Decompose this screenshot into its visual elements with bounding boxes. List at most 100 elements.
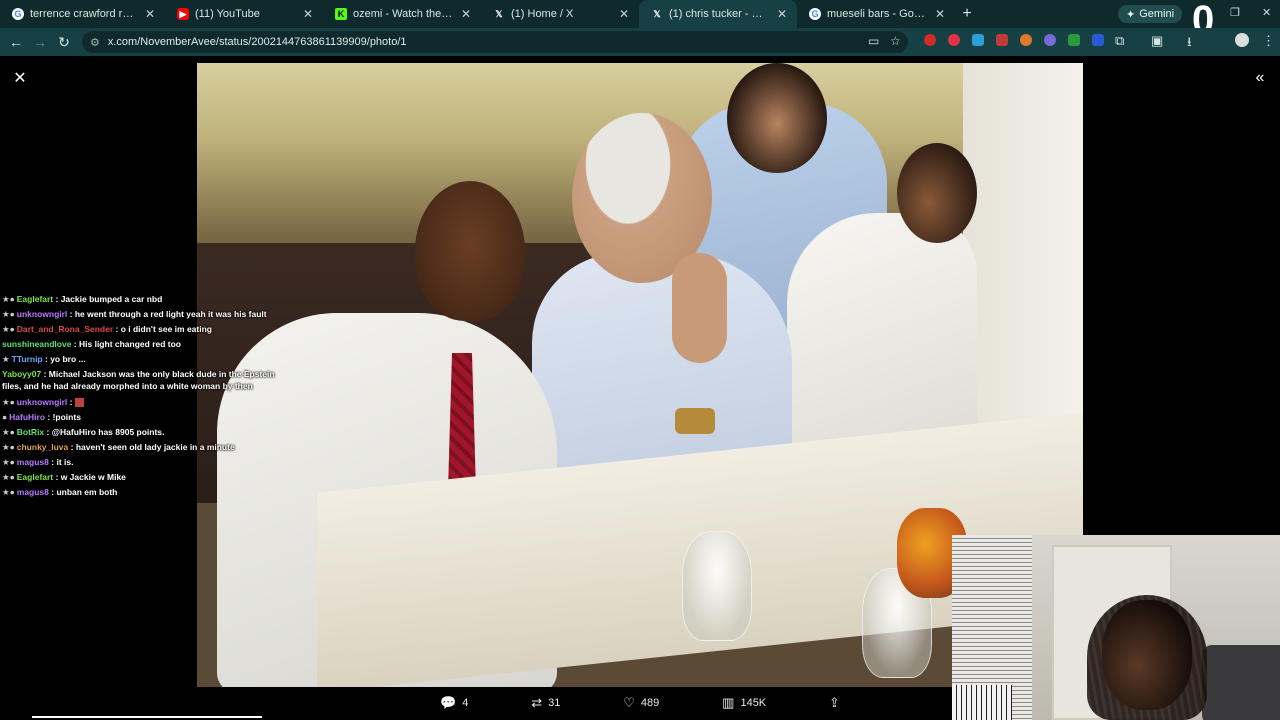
chat-text: His light changed red too	[79, 339, 182, 349]
tab-google-mueseli[interactable]: G mueseli bars - Google Search ✕	[797, 0, 955, 28]
x-logo-icon: 𝕏	[495, 8, 503, 19]
chat-message: ★● Eaglefart : Jackie bumped a car nbd	[2, 294, 163, 304]
chat-message: ★● Eaglefart : w Jackie w Mike	[2, 472, 126, 482]
share-icon: ⇪	[829, 695, 840, 710]
chat-text: w Jackie w Mike	[60, 472, 126, 482]
download-icon[interactable]: ⭳	[1187, 33, 1192, 55]
chat-username: Yaboyy07	[2, 369, 42, 379]
chat-username: magus8	[16, 487, 49, 497]
chat-text: !points	[52, 412, 81, 422]
tab-google-crawford[interactable]: G terrence crawford recordxc - G ✕	[0, 0, 165, 28]
close-icon[interactable]: ✕	[775, 7, 789, 21]
video-progress-bar[interactable]	[32, 716, 262, 718]
install-app-icon[interactable]: ▭	[868, 34, 879, 48]
google-icon: G	[12, 8, 24, 20]
chat-text: he went through a red light yeah it was …	[74, 309, 267, 319]
close-icon[interactable]: ✕	[143, 7, 157, 21]
close-viewer-icon[interactable]: ✕	[10, 68, 30, 88]
chat-username: Eaglefart	[16, 294, 54, 304]
tab-x-search[interactable]: 𝕏 (1) chris tucker - Search / X ✕	[639, 0, 797, 28]
gemini-button[interactable]: ✦ Gemini	[1118, 5, 1183, 23]
chat-message: ★ TTurnip : yo bro ...	[2, 354, 86, 364]
extension-icon[interactable]	[1044, 34, 1056, 46]
extension-icon[interactable]	[1068, 34, 1080, 46]
repost-icon: ⇄	[531, 695, 543, 710]
chat-message: Yaboyy07 : Michael Jackson was the only …	[2, 369, 275, 391]
close-icon[interactable]: ✕	[301, 7, 315, 21]
chat-text: @HafuHiro has 8905 points.	[51, 427, 165, 437]
extensions-puzzle-icon[interactable]: ⧉	[1115, 33, 1124, 49]
extension-icon[interactable]	[924, 34, 936, 46]
tab-strip: G terrence crawford recordxc - G ✕ ▶ (11…	[0, 0, 1280, 28]
reply-count: 4	[462, 697, 469, 709]
bookmark-star-icon[interactable]: ☆	[890, 34, 901, 48]
badge-icons: ●	[2, 412, 8, 422]
extension-icon[interactable]	[996, 34, 1008, 46]
emote-icon	[74, 398, 84, 408]
sparkle-icon: ✦	[1126, 8, 1136, 21]
badge-icons: ★●	[2, 309, 15, 319]
view-count: 145K	[740, 697, 767, 709]
google-icon: G	[809, 8, 821, 20]
like-button[interactable]: ♡ 489	[623, 695, 659, 711]
split-view-icon[interactable]: ▣	[1151, 33, 1163, 49]
chat-message: ★● unknowngirl :	[2, 395, 277, 410]
extension-icon[interactable]	[948, 34, 960, 46]
chat-username: magus8	[16, 457, 49, 467]
close-icon[interactable]: ✕	[459, 7, 473, 21]
badge-icons: ★●	[2, 397, 15, 407]
x-logo-icon: 𝕏	[653, 8, 661, 19]
profile-avatar[interactable]	[1235, 33, 1249, 47]
post-actions: 💬 4 ⇄ 31 ♡ 489 ▥ 145K ⇪	[440, 690, 840, 716]
extension-icon[interactable]	[1020, 34, 1032, 46]
chat-text: o i didn't see im eating	[120, 324, 212, 334]
window-close-icon[interactable]: ✕	[1262, 6, 1271, 19]
menu-kebab-icon[interactable]: ⋮	[1262, 33, 1275, 49]
chat-message: sunshineandlove : His light changed red …	[2, 339, 182, 349]
gemini-label: Gemini	[1139, 8, 1175, 20]
share-button[interactable]: ⇪	[829, 695, 840, 711]
new-tab-button[interactable]: +	[955, 5, 979, 23]
chat-message: ★● chunky_luva : haven't seen old lady ja…	[2, 442, 235, 452]
chat-text: Jackie bumped a car nbd	[60, 294, 163, 304]
chat-username: HafuHiro	[9, 412, 46, 422]
site-info-icon[interactable]: ⚙	[90, 36, 100, 49]
chat-username: Eaglefart	[16, 472, 54, 482]
chat-username: chunky_luva	[16, 442, 69, 452]
chat-username: BotRix	[16, 427, 45, 437]
close-icon[interactable]: ✕	[933, 7, 947, 21]
tab-title: (1) chris tucker - Search / X	[669, 8, 769, 20]
chat-text: haven't seen old lady jackie in a minute	[75, 442, 235, 452]
badge-icons: ★●	[2, 442, 15, 452]
reload-icon[interactable]: ↻	[52, 30, 76, 54]
badge-icons: ★●	[2, 427, 15, 437]
close-icon[interactable]: ✕	[617, 7, 631, 21]
repost-button[interactable]: ⇄ 31	[531, 695, 560, 711]
reply-icon: 💬	[440, 695, 457, 710]
chat-message: ★● BotRix : @HafuHiro has 8905 points.	[2, 427, 165, 437]
expand-sidebar-icon[interactable]: «	[1250, 68, 1270, 88]
extension-icon[interactable]	[1092, 34, 1104, 46]
toolbar: ← → ↻ ⚙ x.com/NovemberAvee/status/200214…	[0, 28, 1280, 56]
tab-title: terrence crawford recordxc - G	[30, 8, 137, 20]
restore-icon[interactable]: ❐	[1230, 6, 1240, 19]
chat-text: yo bro ...	[50, 354, 86, 364]
chat-message: ★● magus8 : unban em both	[2, 487, 118, 497]
views-button[interactable]: ▥ 145K	[722, 695, 766, 711]
chat-username: TTurnip	[11, 354, 43, 364]
badge-icons: ★●	[2, 324, 15, 334]
reply-button[interactable]: 💬 4	[440, 695, 468, 711]
tab-kick[interactable]: K ozemi - Watch the VOD on Kick ✕	[323, 0, 481, 28]
post-photo[interactable]	[197, 63, 1083, 687]
address-bar[interactable]: ⚙ x.com/NovemberAvee/status/200214476386…	[82, 31, 908, 53]
badge-icons: ★●	[2, 487, 15, 497]
badge-icons: ★●	[2, 294, 15, 304]
chat-message: ● HafuHiro : !points	[2, 412, 81, 422]
forward-icon[interactable]: →	[28, 30, 52, 54]
tab-youtube[interactable]: ▶ (11) YouTube ✕	[165, 0, 323, 28]
back-icon[interactable]: ←	[4, 30, 28, 54]
tab-x-home[interactable]: 𝕏 (1) Home / X ✕	[481, 0, 639, 28]
chat-username: Dart_and_Rona_Sender	[16, 324, 114, 334]
extension-icon[interactable]	[972, 34, 984, 46]
tab-title: (1) Home / X	[511, 8, 574, 20]
